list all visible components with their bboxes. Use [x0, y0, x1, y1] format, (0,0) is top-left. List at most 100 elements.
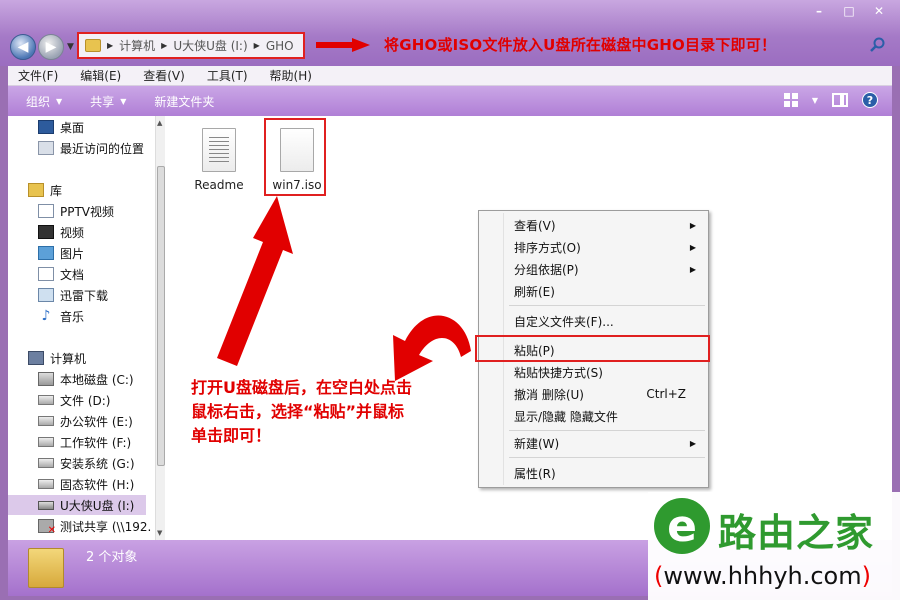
network-drive-disconnected-icon: [38, 519, 56, 536]
menu-item-view[interactable]: 查看(V) ▶: [481, 215, 706, 235]
sidebar-item-documents[interactable]: 文档: [38, 264, 84, 284]
sidebar-item-drive-e[interactable]: 办公软件 (E:): [38, 411, 133, 431]
sidebar-item-videos[interactable]: 视频: [38, 222, 84, 242]
sidebar-item-label: PPTV视频: [60, 204, 115, 219]
sidebar-item-usb-drive[interactable]: U大侠U盘 (I:): [8, 495, 146, 515]
drive-icon: [38, 416, 54, 426]
menu-item-properties[interactable]: 属性(R): [481, 463, 706, 483]
help-icon[interactable]: ?: [862, 92, 878, 108]
library-icon: [28, 183, 44, 197]
sidebar-item-pptv[interactable]: PPTV视频: [38, 201, 114, 221]
sidebar-scrollbar[interactable]: ▲ ▼: [155, 116, 165, 540]
share-label: 共享: [90, 94, 115, 109]
submenu-arrow-icon: ▶: [689, 220, 696, 230]
menu-item-sort-by[interactable]: 排序方式(O) ▶: [481, 237, 706, 257]
scroll-up-icon[interactable]: ▲: [157, 119, 162, 127]
sidebar-item-recent[interactable]: 最近访问的位置: [38, 138, 144, 158]
menu-separator: [509, 457, 705, 458]
sidebar-item-drive-f[interactable]: 工作软件 (F:): [38, 432, 131, 452]
maximize-button[interactable]: □: [836, 2, 862, 20]
breadcrumb-gho[interactable]: GHO: [266, 39, 294, 53]
sidebar-item-label: 最近访问的位置: [60, 141, 145, 156]
organize-button[interactable]: 组织 ▼: [26, 93, 62, 110]
menu-item-label: 排序方式(O): [514, 240, 581, 255]
usb-drive-icon: [38, 500, 54, 510]
menu-tools[interactable]: 工具(T): [207, 67, 248, 84]
video-icon: [38, 225, 54, 239]
scroll-thumb[interactable]: [157, 166, 165, 466]
scroll-down-icon[interactable]: ▼: [157, 529, 162, 537]
sidebar-item-computer[interactable]: 计算机: [28, 348, 86, 368]
watermark: e 路由之家 (www.hhhyh.com): [648, 492, 900, 600]
breadcrumb-separator-icon[interactable]: ▶: [161, 41, 167, 50]
sidebar-item-desktop[interactable]: 桌面: [38, 117, 84, 137]
search-icon[interactable]: [870, 37, 886, 53]
breadcrumb-separator-icon[interactable]: ▶: [254, 41, 260, 50]
sidebar-item-drive-c[interactable]: 本地磁盘 (C:): [38, 369, 134, 389]
breadcrumb-separator-icon[interactable]: ▶: [107, 41, 113, 50]
sidebar-item-drive-g[interactable]: 安装系统 (G:): [38, 453, 135, 473]
menu-item-new[interactable]: 新建(W) ▶: [481, 433, 706, 453]
drive-icon: [38, 479, 54, 489]
up-arrow-annotation-icon: [217, 196, 293, 366]
sidebar-item-music[interactable]: ♪ 音乐: [38, 306, 84, 326]
chevron-down-icon[interactable]: ▼: [812, 96, 818, 105]
menu-edit[interactable]: 编辑(E): [80, 67, 121, 84]
menu-item-group-by[interactable]: 分组依据(P) ▶: [481, 259, 706, 279]
sidebar-item-network-share[interactable]: 测试共享 (\\192.1: [38, 516, 152, 536]
share-button[interactable]: 共享 ▼: [90, 93, 126, 110]
sidebar-item-label: 视频: [60, 225, 85, 240]
close-button[interactable]: ✕: [866, 2, 892, 20]
sidebar-item-label: 办公软件 (E:): [60, 414, 133, 429]
document-icon: [38, 267, 54, 281]
sidebar-item-drive-d[interactable]: 文件 (D:): [38, 390, 110, 410]
chevron-down-icon: ▼: [56, 96, 63, 106]
breadcrumb-computer[interactable]: 计算机: [119, 37, 155, 54]
organize-label: 组织: [26, 94, 51, 109]
menu-help[interactable]: 帮助(H): [270, 67, 312, 84]
picture-icon: [38, 246, 54, 260]
watermark-paren-open: (: [654, 562, 664, 590]
file-item-readme[interactable]: Readme: [184, 128, 254, 192]
sidebar-item-label: 工作软件 (F:): [60, 435, 132, 450]
right-arrow-annotation-icon: [316, 38, 370, 52]
menu-file[interactable]: 文件(F): [18, 67, 58, 84]
minimize-button[interactable]: –: [806, 2, 832, 20]
sidebar-item-pictures[interactable]: 图片: [38, 243, 84, 263]
drive-icon: [38, 395, 54, 405]
sidebar-item-label: 固态软件 (H:): [60, 477, 135, 492]
forward-button[interactable]: ▶: [38, 34, 64, 60]
top-instruction-text: 将GHO或ISO文件放入U盘所在磁盘中GHO目录下即可！: [384, 36, 777, 54]
file-highlight-box: [264, 118, 326, 196]
preview-pane-icon[interactable]: [832, 93, 848, 107]
sidebar-item-label: 本地磁盘 (C:): [60, 372, 134, 387]
title-address-bar: – □ ✕ ◀ ▶ ▼ ▶ 计算机 ▶ U大侠U盘 (I:) ▶ GHO 将GH…: [0, 0, 900, 66]
sidebar-item-label: 文档: [60, 267, 85, 282]
address-bar[interactable]: ▶ 计算机 ▶ U大侠U盘 (I:) ▶ GHO: [77, 32, 305, 59]
menu-item-label: 显示/隐藏 隐藏文件: [514, 409, 618, 424]
sidebar-item-label: 文件 (D:): [60, 393, 111, 408]
menu-item-label: 分组依据(P): [514, 262, 579, 277]
breadcrumb-usb-drive[interactable]: U大侠U盘 (I:): [173, 37, 247, 54]
menu-view[interactable]: 查看(V): [143, 67, 185, 84]
watermark-url: (www.hhhyh.com): [654, 562, 871, 590]
menu-item-customize-folder[interactable]: 自定义文件夹(F)...: [481, 311, 706, 331]
sidebar-item-drive-h[interactable]: 固态软件 (H:): [38, 474, 134, 494]
menu-item-undo-delete[interactable]: 撤消 删除(U) Ctrl+Z: [481, 384, 706, 404]
item-count: 2 个对象: [86, 550, 138, 565]
sidebar-item-xunlei[interactable]: 迅雷下载: [38, 285, 108, 305]
toolbar-right-group: ▼ ?: [783, 92, 878, 108]
menu-item-refresh[interactable]: 刷新(E): [481, 281, 706, 301]
recent-pages-dropdown-icon[interactable]: ▼: [67, 42, 74, 52]
drive-icon: [38, 458, 54, 468]
new-folder-button[interactable]: 新建文件夹: [154, 93, 214, 110]
sidebar-item-label: 图片: [60, 246, 85, 261]
menu-item-show-hide-hidden[interactable]: 显示/隐藏 隐藏文件: [481, 406, 706, 426]
view-options-icon[interactable]: [783, 93, 798, 107]
menu-item-paste-shortcut[interactable]: 粘贴快捷方式(S): [481, 362, 706, 382]
sidebar-item-label: 桌面: [60, 120, 85, 135]
sidebar-item-libraries[interactable]: 库: [28, 180, 62, 200]
submenu-arrow-icon: ▶: [689, 264, 696, 274]
back-button[interactable]: ◀: [10, 34, 36, 60]
navigation-pane: 桌面 最近访问的位置 库 PPTV视频 视频 图片 文档 迅雷下载 ♪ 音乐 计…: [8, 116, 165, 540]
